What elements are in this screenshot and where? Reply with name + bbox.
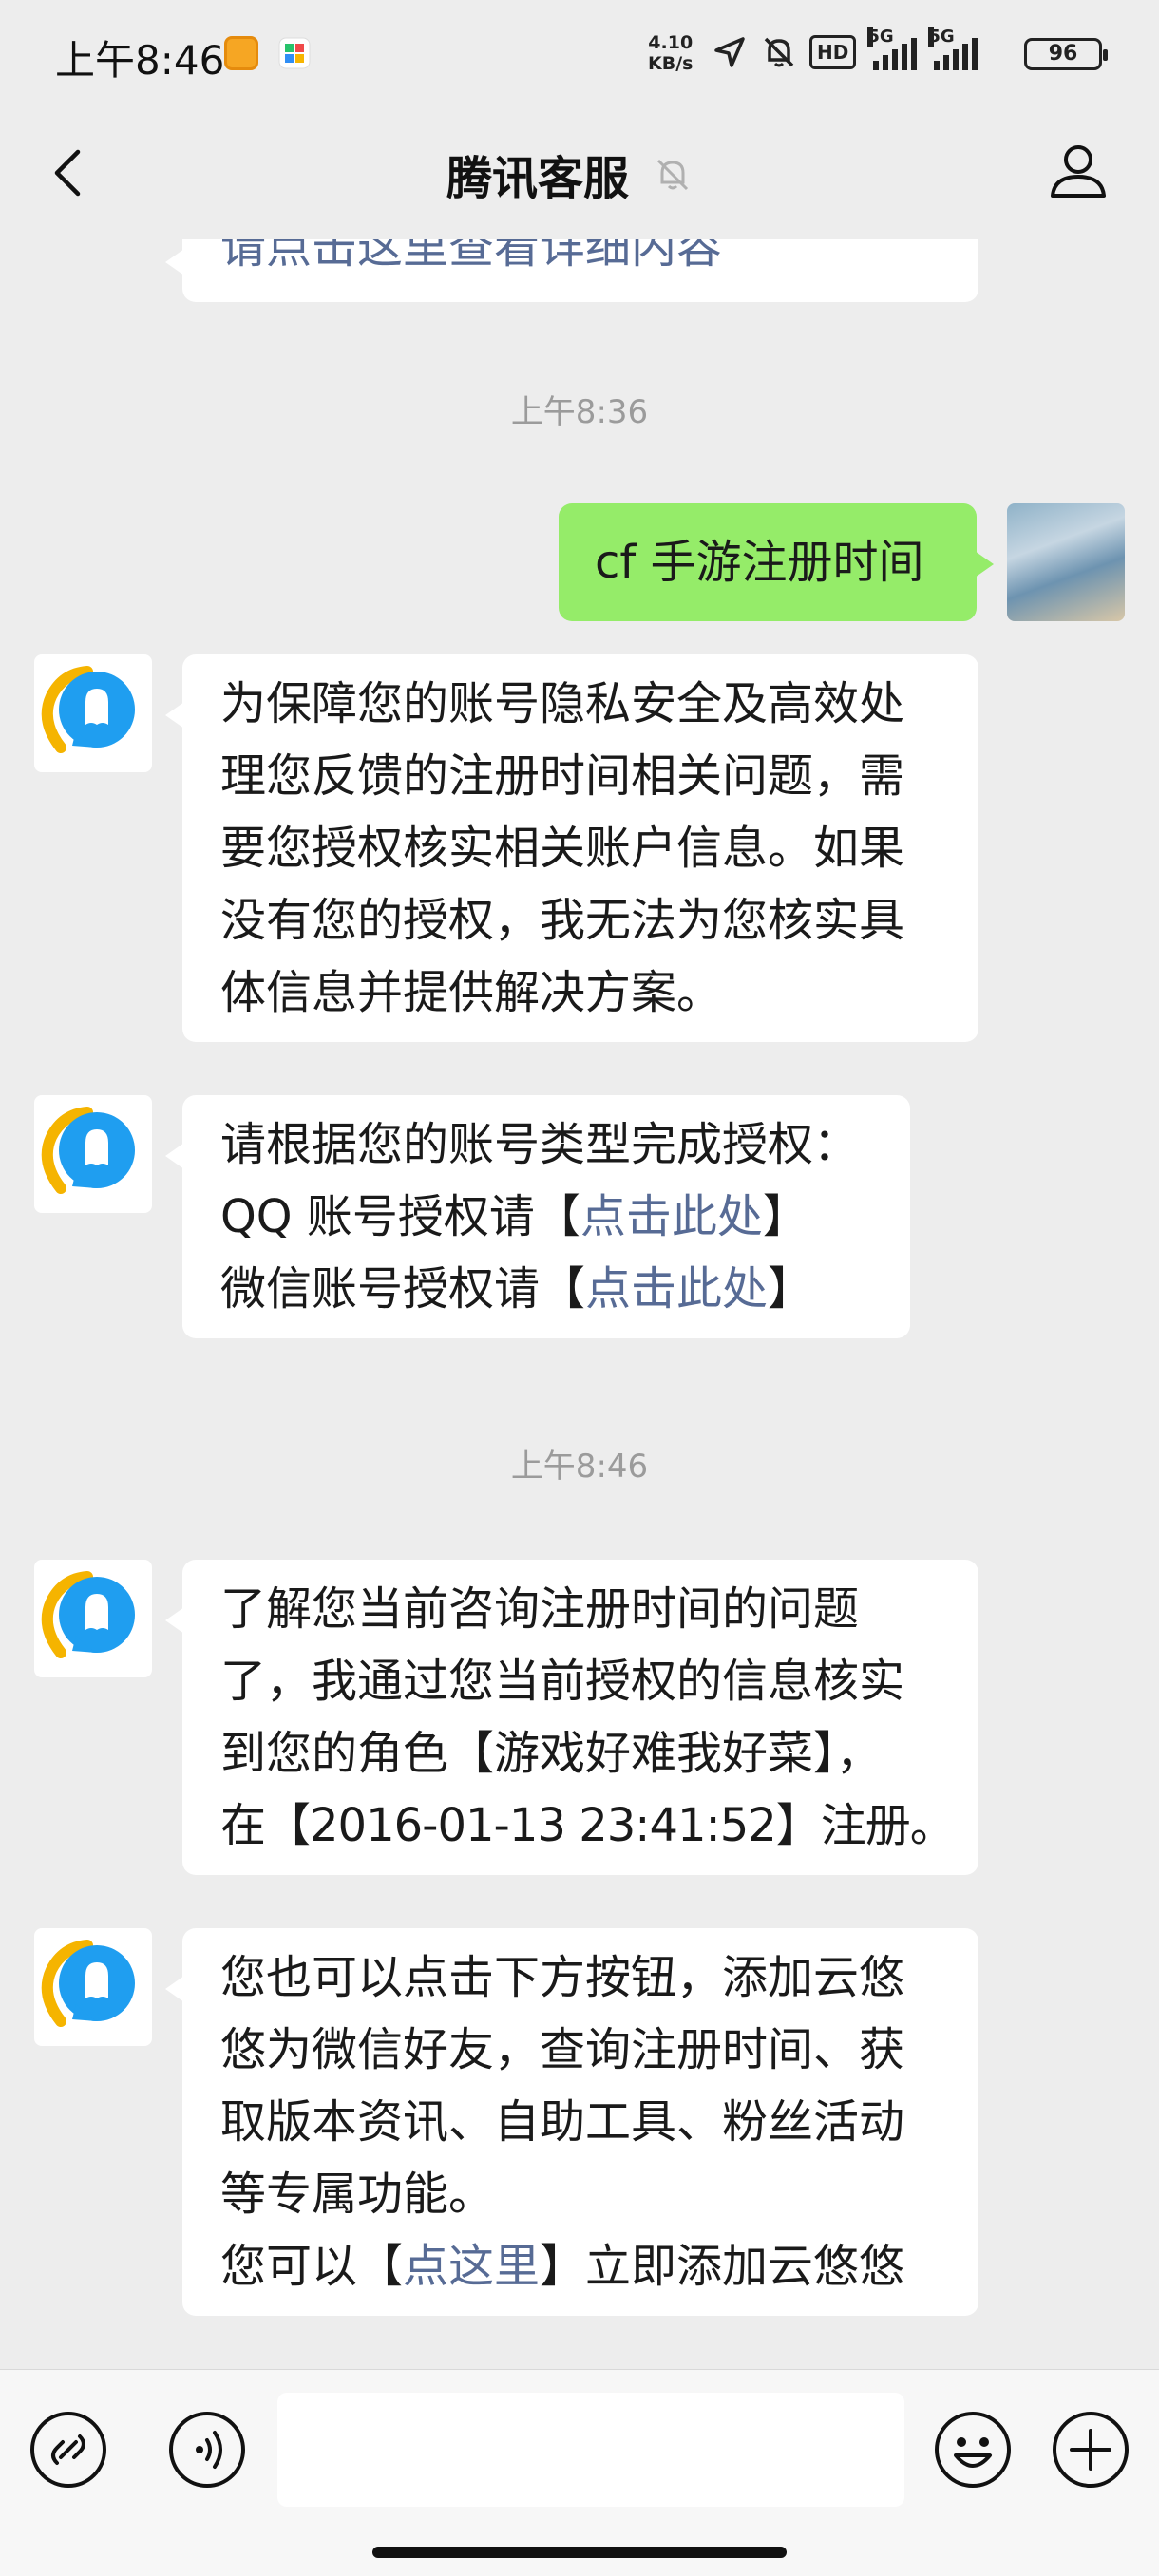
message-line: 了解您当前咨询注册时间的问题 [220,1582,860,1636]
bell-off-icon [656,159,689,191]
text-segment: 】 [762,1190,808,1243]
message-line: 为保障您的账号隐私安全及高效处 [220,677,905,730]
status-bar: 上午8:46 4.10 KB/s HD 5G 5G 96 [0,0,1159,106]
add-friend-link[interactable]: 点这里 [403,2240,540,2293]
emoji-icon[interactable] [933,2410,1013,2490]
notification-app-icon [224,36,258,70]
signal-sim2-icon: 5G [928,27,978,70]
agent-message-bubble[interactable]: 为保障您的账号隐私安全及高效处 理您反馈的注册时间相关问题，需 要您授权核实相关… [165,654,978,1042]
title-group: 腾讯客服 [446,141,694,207]
text-segment: 】立即添加云悠悠 [540,2240,905,2293]
message-line: 微信账号授权请【点击此处】 [220,1253,872,1325]
message-line: 了，我通过您当前授权的信息核实 [220,1655,905,1708]
tencent-service-logo-icon [41,1940,135,2027]
message-line: 您可以【点这里】立即添加云悠悠 [220,2230,940,2302]
person-icon[interactable] [1045,137,1112,203]
voice-icon[interactable] [167,2410,247,2490]
battery-indicator: 96 [1024,38,1108,70]
wechat-auth-link[interactable]: 点击此处 [585,1262,768,1316]
agent-message-bubble[interactable]: 您也可以点击下方按钮，添加云悠 悠为微信好友，查询注册时间、获 取版本资讯、自助… [165,1928,978,2316]
agent-message-bubble[interactable]: 了解您当前咨询注册时间的问题 了，我通过您当前授权的信息核实 到您的角色【游戏好… [165,1560,978,1875]
message-line: 悠为微信好友，查询注册时间、获 [220,2023,905,2076]
input-bar [0,2369,1159,2576]
message-list[interactable]: 请点击这里查看详细内容 上午8:36 cf 手游注册时间 为保障您的账号隐私安全… [0,239,1159,2367]
text-segment: QQ 账号授权请【 [220,1190,580,1243]
message-line: 您也可以点击下方按钮，添加云悠 [220,1951,905,2004]
network-speed-value: 4.10 [648,32,694,53]
message-line: 体信息并提供解决方案。 [220,966,723,1019]
network-speed: 4.10 KB/s [648,32,693,74]
location-icon [714,37,745,67]
message-line: 要您授权核实相关账户信息。如果 [220,822,905,875]
agent-avatar[interactable] [34,1095,152,1213]
message-line: QQ 账号授权请【点击此处】 [220,1181,872,1253]
chat-header: 腾讯客服 [0,106,1159,239]
sim1-network-type: 5G [867,27,894,47]
agent-avatar[interactable] [34,1560,152,1677]
home-indicator[interactable] [372,2547,787,2558]
silent-bell-icon [764,37,794,67]
agent-avatar[interactable] [34,654,152,772]
message-bubble-partial: 请点击这里查看详细内容 [165,239,978,302]
chevron-left-icon[interactable] [42,144,99,201]
text-segment: 微信账号授权请【 [220,1262,586,1316]
text-segment: 您可以【 [220,2240,404,2293]
mini-program-icon[interactable] [28,2410,108,2490]
tencent-service-logo-icon [41,666,135,753]
message-line: 没有您的授权，我无法为您核实具 [220,894,905,947]
agent-message-bubble[interactable]: 请根据您的账号类型完成授权： QQ 账号授权请【点击此处】 微信账号授权请【点击… [165,1095,910,1338]
message-input[interactable] [277,2393,904,2507]
signal-sim1-icon: 5G [867,27,918,70]
tencent-service-logo-icon [41,1107,135,1194]
notification-app-icon-2 [278,37,311,69]
qq-auth-link[interactable]: 点击此处 [580,1190,763,1243]
timestamp: 上午8:46 [510,1448,649,1486]
my-avatar[interactable] [1007,503,1125,621]
network-speed-unit: KB/s [648,53,694,74]
tencent-service-logo-icon [41,1571,135,1658]
message-line: 理您反馈的注册时间相关问题，需 [220,749,905,803]
message-line: 请根据您的账号类型完成授权： [220,1118,860,1171]
sim2-network-type: 5G [928,27,955,47]
agent-avatar[interactable] [34,1928,152,2046]
message-line: 等专属功能。 [220,2168,495,2221]
chat-title: 腾讯客服 [446,152,630,205]
plus-icon[interactable] [1051,2410,1130,2490]
message-line: 取版本资讯、自助工具、粉丝活动 [220,2095,905,2149]
text-segment: 】 [768,1262,814,1316]
status-icons: HD 5G 5G [711,27,978,74]
hd-voice-badge: HD [809,35,857,69]
message-line: 到您的角色【游戏好难我好菜】， [220,1727,883,1780]
partial-link[interactable]: 请点击这里查看详细内容 [220,239,940,283]
status-time: 上午8:46 [55,37,225,84]
message-line: 在【2016-01-13 23:41:52】注册。 [220,1799,956,1852]
timestamp: 上午8:36 [510,393,649,431]
my-message-bubble[interactable]: cf 手游注册时间 [559,503,994,621]
